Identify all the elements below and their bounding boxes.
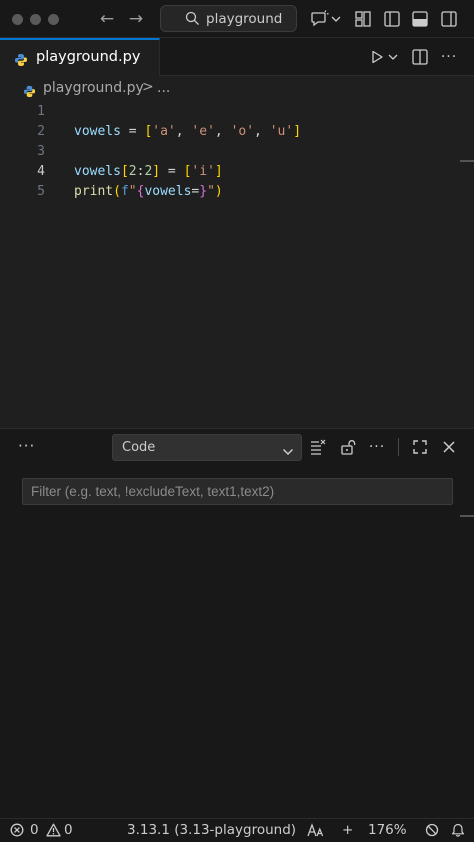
- status-bar: 0 0 3.13.1 (3.13-playground) + 176%: [0, 818, 474, 842]
- panel-divider: [398, 438, 399, 456]
- font-size-icon[interactable]: [307, 823, 324, 841]
- python-file-icon: [14, 52, 28, 71]
- code-text: vowels[2:2] = ['i']: [74, 164, 223, 179]
- line-number-active: 4: [37, 164, 45, 179]
- breadcrumb-separator: >: [142, 79, 154, 95]
- toggle-panel-icon[interactable]: [409, 8, 431, 30]
- error-count[interactable]: 0: [30, 822, 39, 838]
- copilot-chat-icon[interactable]: [309, 8, 331, 30]
- split-editor-icon[interactable]: [409, 46, 431, 68]
- error-icon[interactable]: [10, 823, 24, 841]
- tab-playground-py[interactable]: playground.py: [0, 38, 160, 76]
- title-bar: ← → playground: [0, 0, 474, 38]
- window-maximize-dot[interactable]: [48, 14, 59, 25]
- breadcrumb-more[interactable]: ...: [157, 80, 170, 96]
- clear-output-icon[interactable]: [308, 437, 328, 457]
- code-line: 1: [0, 102, 474, 122]
- select-value: Code: [122, 440, 156, 455]
- close-panel-icon[interactable]: [439, 437, 459, 457]
- back-arrow-icon[interactable]: ←: [96, 8, 118, 30]
- tab-bar: playground.py ···: [0, 38, 474, 76]
- breadcrumb: playground.py > ...: [0, 76, 474, 102]
- search-icon: [185, 11, 200, 30]
- line-number: 1: [37, 104, 45, 119]
- notifications-bell-icon[interactable]: [451, 822, 465, 841]
- more-actions-icon[interactable]: ···: [438, 46, 460, 68]
- toggle-sidebar-icon[interactable]: [381, 8, 403, 30]
- panel-more-icon[interactable]: ···: [18, 437, 35, 455]
- tab-label: playground.py: [36, 49, 141, 65]
- code-line: 2 vowels = ['a', 'e', 'o', 'u']: [0, 122, 474, 142]
- output-channel-select[interactable]: Code: [112, 434, 302, 461]
- line-number: 2: [37, 124, 45, 139]
- lock-scroll-icon[interactable]: [338, 437, 358, 457]
- forward-arrow-icon[interactable]: →: [125, 8, 147, 30]
- run-chevron-down-icon[interactable]: [386, 46, 400, 68]
- zoom-reset-icon[interactable]: [425, 823, 439, 841]
- python-interpreter[interactable]: 3.13.1 (3.13-playground): [127, 822, 296, 838]
- run-python-file-icon[interactable]: [366, 46, 388, 68]
- window-minimize-dot[interactable]: [30, 14, 41, 25]
- line-number: 3: [37, 144, 45, 159]
- code-line: 3: [0, 142, 474, 162]
- customize-layout-icon[interactable]: [352, 8, 374, 30]
- output-filter[interactable]: [22, 478, 453, 505]
- toggle-secondary-sidebar-icon[interactable]: [438, 8, 460, 30]
- line-number: 5: [37, 184, 45, 199]
- code-text: vowels = ['a', 'e', 'o', 'u']: [74, 124, 302, 139]
- output-panel: ··· Code ···: [0, 428, 474, 818]
- zoom-level[interactable]: 176%: [368, 822, 407, 838]
- code-line: 4 vowels[2:2] = ['i']: [0, 162, 474, 182]
- code-line: 5 print(f"{vowels=}"): [0, 182, 474, 202]
- panel-scroll-marker: [460, 515, 474, 517]
- chevron-down-icon: [282, 442, 294, 461]
- zoom-in-button[interactable]: +: [342, 822, 353, 838]
- warning-icon[interactable]: [46, 823, 61, 841]
- code-editor[interactable]: 1 2 vowels = ['a', 'e', 'o', 'u'] 3 4 vo…: [0, 102, 474, 428]
- chevron-down-icon[interactable]: [329, 8, 343, 30]
- search-text: playground: [206, 11, 283, 27]
- window-close-dot[interactable]: [12, 14, 23, 25]
- filter-input[interactable]: [23, 479, 452, 504]
- panel-more-actions-icon[interactable]: ···: [367, 437, 387, 457]
- breadcrumb-python-icon: [23, 83, 36, 102]
- code-text: print(f"{vowels=}"): [74, 184, 223, 199]
- command-center-search[interactable]: playground: [160, 5, 297, 32]
- breadcrumb-file[interactable]: playground.py: [43, 80, 144, 96]
- warning-count[interactable]: 0: [64, 822, 73, 838]
- editor-scroll-marker: [460, 160, 474, 162]
- maximize-panel-icon[interactable]: [410, 437, 430, 457]
